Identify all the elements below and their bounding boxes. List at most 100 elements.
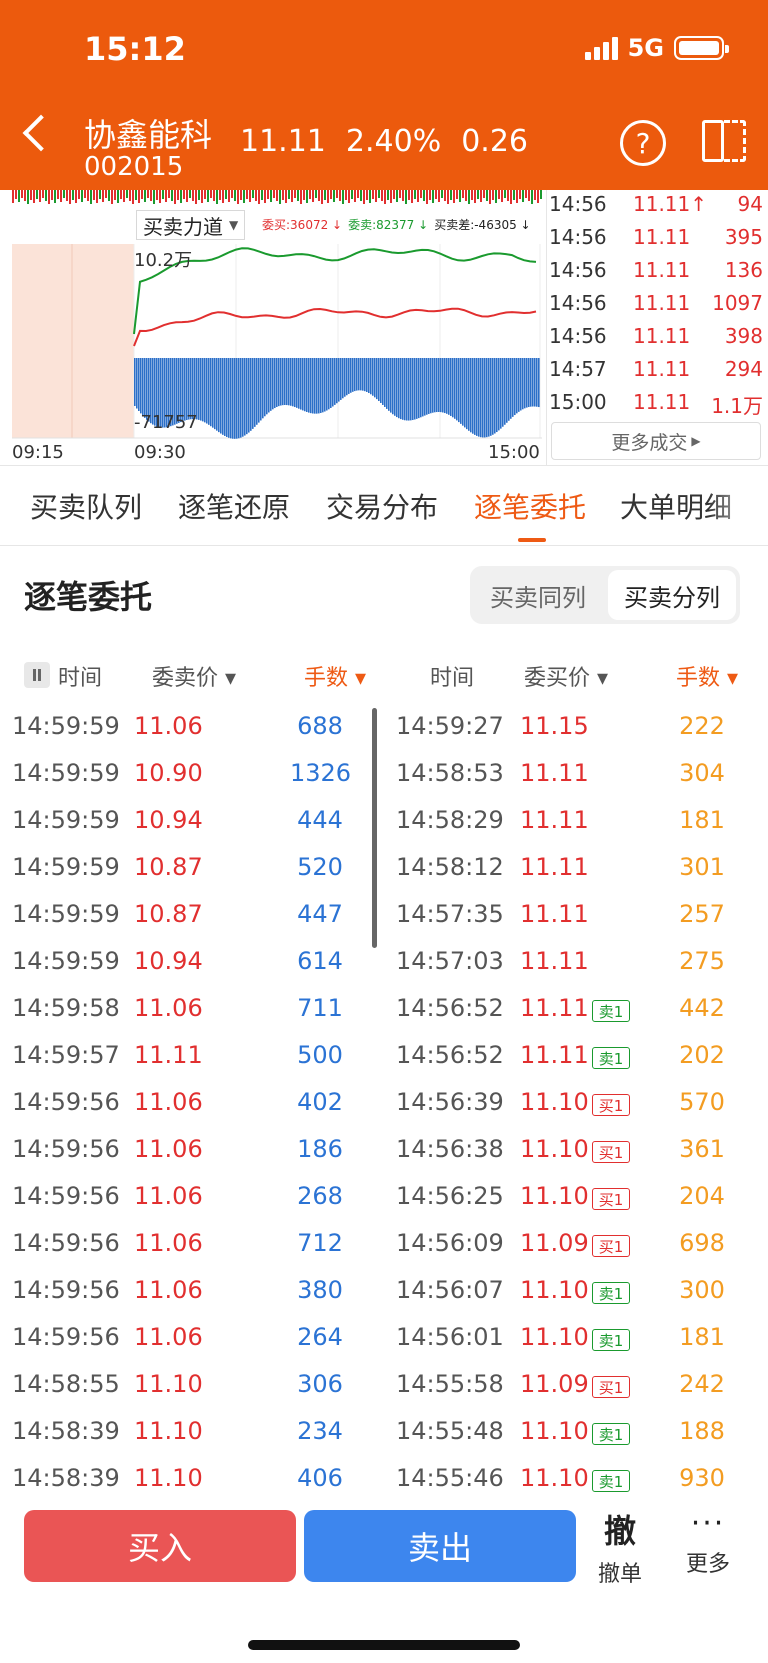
diff-bar [288,358,290,406]
trade-time: 15:00 [549,390,607,414]
volume-strip-bar [57,190,59,199]
app-header: 15:12 5G 协鑫能科 002015 11.11 2.40% 0.26 ? [0,0,768,190]
order-badge: 买1 [592,1094,630,1116]
diff-bar [296,358,298,408]
chart-indicator-select[interactable]: 买卖力道 ▼ [136,210,246,240]
volume-strip-bar [333,190,335,202]
col-buy-volume[interactable]: 手数 ▾ [676,660,738,692]
diff-bar [250,358,252,431]
diff-bar [396,358,398,418]
buy-order-price: 11.11 [520,853,589,881]
seg-split-column[interactable]: 买卖分列 [608,570,736,620]
buy-order-time: 14:56:52 [396,1041,504,1069]
volume-strip-bar [24,190,26,201]
diff-bar [190,358,192,420]
buy-order-price: 11.11 [520,806,589,834]
diff-bar [188,358,190,420]
tab-queue[interactable]: 买卖队列 [30,486,142,526]
sell-button[interactable]: 卖出 [304,1510,576,1582]
diff-bar [330,358,332,408]
tab-orders[interactable]: 逐笔委托 [474,486,586,526]
cancel-order-button[interactable]: 撤 撤单 [590,1506,650,1587]
trade-time: 14:56 [549,192,607,216]
diff-bar [464,358,466,428]
volume-strip-bar [378,190,380,198]
stock-change: 0.26 [461,124,528,159]
volume-strip-bar [216,190,218,204]
trade-price: 11.11 [633,291,691,315]
diff-bar [240,358,242,438]
trade-row: 14:56 11.11 398 [547,324,768,357]
diff-bar [500,358,502,429]
volume-strip-bar [405,190,407,204]
volume-strip-bar [69,190,71,204]
diff-bar [434,358,436,413]
volume-strip-bar [510,190,512,204]
diff-bar [222,358,224,435]
col-sell-price[interactable]: 委卖价 ▾ [152,660,236,692]
buy-order-time: 14:58:53 [396,759,504,787]
diff-bar [358,358,360,391]
volume-strip-bar [282,190,284,200]
more-trades-button[interactable]: 更多成交 ▶ [551,422,761,460]
layout-switch-icon[interactable] [700,118,748,164]
diff-bar [256,358,258,425]
diff-bar [208,358,210,425]
diff-bar [538,358,540,408]
col-right-time: 时间 [430,666,475,691]
diff-bar [504,358,506,425]
volume-strip-bar [345,190,347,200]
volume-strip-bar [12,190,14,203]
diff-bar [286,358,288,406]
diff-bar [354,358,356,392]
diff-bar [348,358,350,394]
volume-strip-bar [456,190,458,199]
sell-order-time: 14:58:55 [12,1370,120,1398]
volume-strip-bar [222,190,224,203]
tab-restore[interactable]: 逐笔还原 [178,486,290,526]
volume-strip-bar [534,190,536,200]
help-icon[interactable]: ? [620,120,666,166]
diff-bar [234,358,236,439]
buy-order-time: 14:56:25 [396,1182,504,1210]
trade-price: 11.11↑ [633,192,708,216]
pause-icon[interactable] [24,662,50,688]
cancel-label: 撤单 [597,1562,642,1587]
diff-bar [252,358,254,429]
back-arrow-icon[interactable] [22,114,60,152]
diff-bar [360,358,362,391]
diff-bar [258,358,260,423]
diff-bar [306,358,308,412]
sell-order-volume: 380 [297,1276,343,1304]
diff-bar [220,358,222,434]
tab-distribution[interactable]: 交易分布 [326,486,438,526]
diff-bar [344,358,346,397]
scroll-indicator[interactable] [372,708,377,948]
diff-bar [432,358,434,413]
volume-strip-bar [492,190,494,200]
order-row: 14:59:56 11.06 380 14:56:07 11.10 卖1 300 [0,1264,768,1311]
buy-button[interactable]: 买入 [24,1510,296,1582]
col-buy-price[interactable]: 委买价 ▾ [524,660,608,692]
volume-strip-bar [150,190,152,201]
volume-strip-bar [315,190,317,198]
volume-strip-bar [408,190,410,200]
volume-strip-bar [78,190,80,199]
volume-strip-bar [45,190,47,201]
volume-strip-bar [195,190,197,204]
diff-bar [428,358,430,414]
volume-strip-bar [21,190,23,198]
seg-same-column[interactable]: 买卖同列 [474,570,602,620]
col-sell-volume[interactable]: 手数 ▾ [304,660,366,692]
volume-strip-bar [87,190,89,201]
diff-bar [290,358,292,406]
cancel-icon: 撤 [603,1512,636,1550]
diff-bar [210,358,212,427]
diff-bar [332,358,334,407]
diff-bar [388,358,390,411]
diff-bar [282,358,284,406]
buy-order-price: 11.11 [520,759,589,787]
volume-strip-bar [243,190,245,203]
more-button[interactable]: ··· 更多 [676,1506,740,1586]
diff-bar [460,358,462,424]
